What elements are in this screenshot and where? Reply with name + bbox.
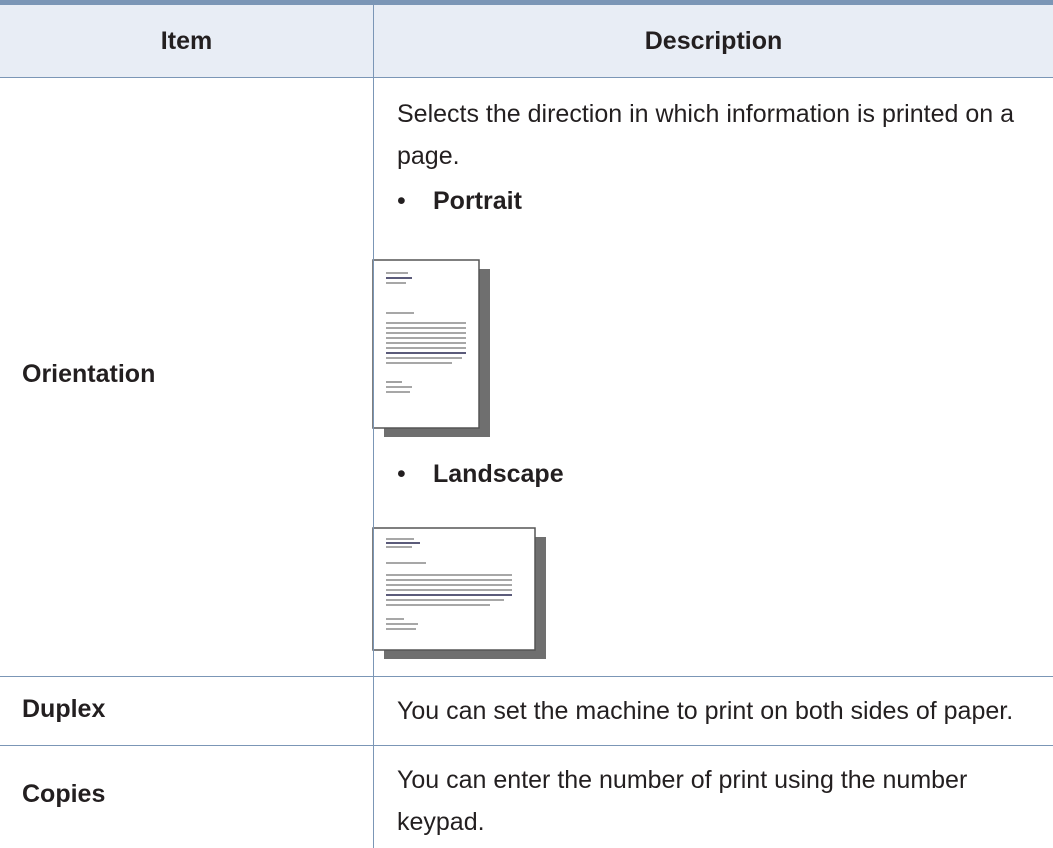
column-divider bbox=[373, 5, 374, 848]
header-item: Item bbox=[160, 26, 213, 55]
option-landscape-label: Landscape bbox=[433, 460, 564, 488]
option-landscape: • Landscape bbox=[397, 460, 564, 489]
row-item-duplex: Duplex bbox=[22, 695, 106, 723]
bullet-glyph: • bbox=[397, 460, 406, 488]
header-divider bbox=[0, 77, 1053, 78]
portrait-page-icon bbox=[372, 259, 490, 437]
row-description-duplex: You can set the machine to print on both… bbox=[397, 697, 1014, 725]
option-portrait-label: Portrait bbox=[433, 187, 522, 215]
row-description-copies: You can enter the number of print using … bbox=[397, 766, 968, 836]
option-portrait: • Portrait bbox=[397, 187, 522, 216]
landscape-page-icon bbox=[372, 527, 546, 659]
bullet-glyph: • bbox=[397, 187, 406, 215]
row-divider bbox=[0, 676, 1053, 677]
row-description-orientation: Selects the direction in which informati… bbox=[397, 100, 1014, 170]
row-divider bbox=[0, 745, 1053, 746]
row-item-copies: Copies bbox=[22, 780, 106, 808]
settings-table: Item Description Orientation Selects the… bbox=[0, 0, 1053, 848]
row-item-orientation: Orientation bbox=[22, 360, 156, 388]
header-description: Description bbox=[644, 26, 783, 55]
